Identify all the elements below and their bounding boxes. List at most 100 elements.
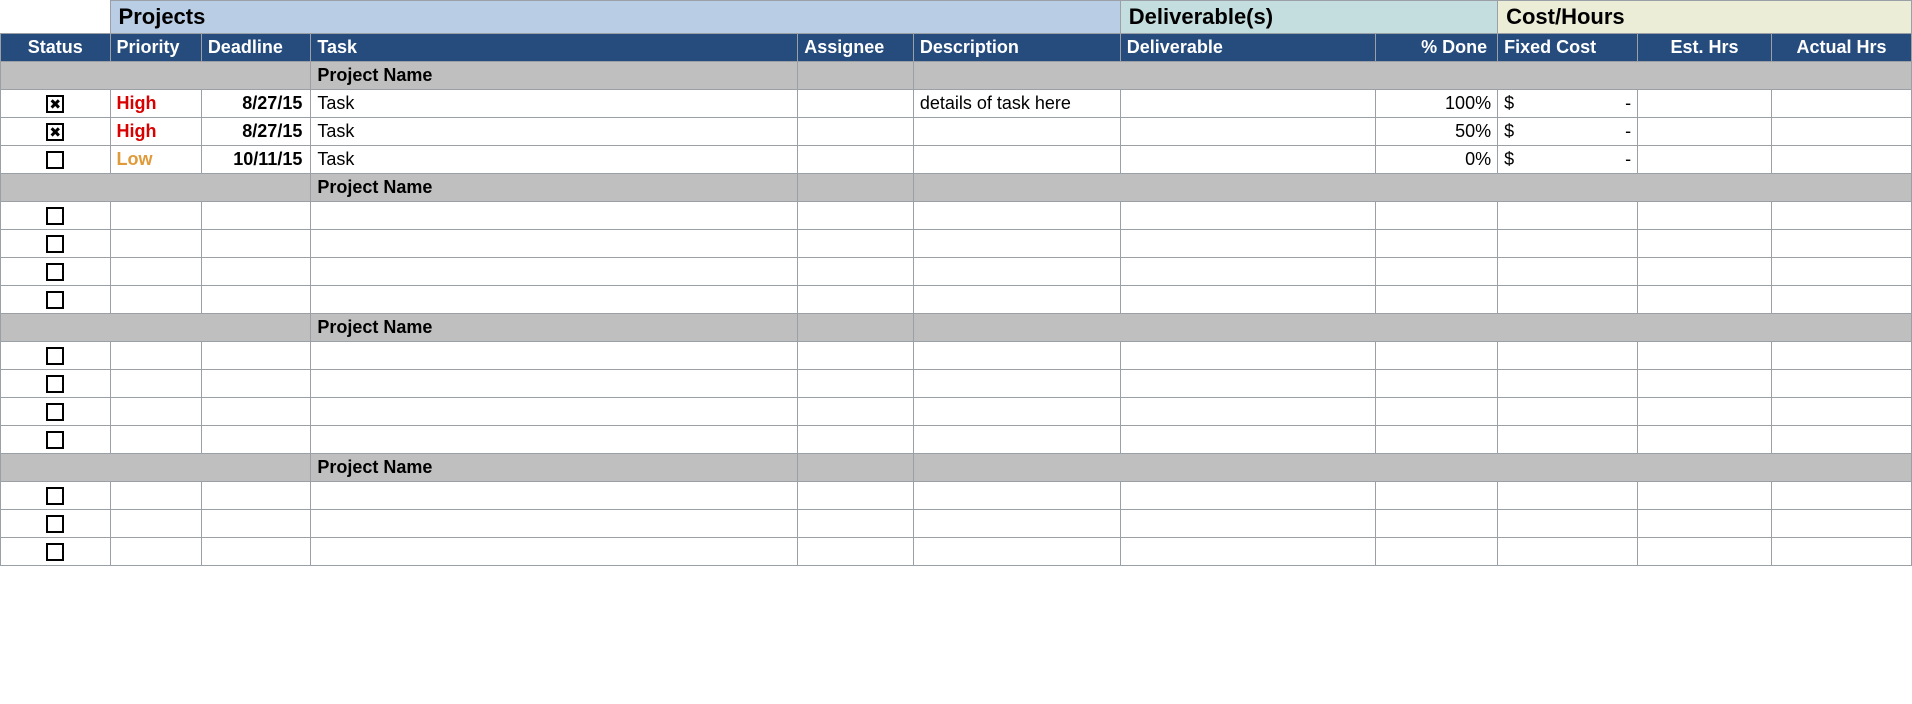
est-hrs-cell[interactable]	[1638, 510, 1772, 538]
deliverable-cell[interactable]	[1120, 510, 1376, 538]
task-cell[interactable]	[311, 370, 798, 398]
assignee-cell[interactable]	[798, 370, 914, 398]
priority-cell[interactable]: Low	[110, 146, 201, 174]
deliverable-cell[interactable]	[1120, 398, 1376, 426]
project-name-cell[interactable]: Project Name	[311, 174, 798, 202]
fixed-cost-cell[interactable]	[1498, 426, 1638, 454]
status-cell[interactable]	[1, 258, 111, 286]
deadline-cell[interactable]	[201, 230, 311, 258]
task-cell[interactable]	[311, 258, 798, 286]
description-cell[interactable]	[913, 342, 1120, 370]
description-cell[interactable]	[913, 258, 1120, 286]
priority-cell[interactable]	[110, 258, 201, 286]
status-checkbox-icon[interactable]	[46, 403, 64, 421]
deliverable-cell[interactable]	[1120, 90, 1376, 118]
status-cell[interactable]	[1, 482, 111, 510]
priority-cell[interactable]	[110, 538, 201, 566]
fixed-cost-cell[interactable]: $-	[1498, 146, 1638, 174]
actual-hrs-cell[interactable]	[1771, 286, 1911, 314]
deadline-cell[interactable]	[201, 538, 311, 566]
description-cell[interactable]	[913, 118, 1120, 146]
task-cell[interactable]: Task	[311, 118, 798, 146]
status-cell[interactable]	[1, 342, 111, 370]
deadline-cell[interactable]	[201, 426, 311, 454]
status-checkbox-icon[interactable]	[46, 291, 64, 309]
task-cell[interactable]: Task	[311, 146, 798, 174]
actual-hrs-cell[interactable]	[1771, 510, 1911, 538]
status-cell[interactable]	[1, 426, 111, 454]
assignee-cell[interactable]	[798, 230, 914, 258]
pct-done-cell[interactable]: 50%	[1376, 118, 1498, 146]
priority-cell[interactable]	[110, 370, 201, 398]
task-cell[interactable]	[311, 202, 798, 230]
est-hrs-cell[interactable]	[1638, 426, 1772, 454]
est-hrs-cell[interactable]	[1638, 90, 1772, 118]
assignee-cell[interactable]	[798, 482, 914, 510]
fixed-cost-cell[interactable]	[1498, 370, 1638, 398]
status-cell[interactable]: ✖	[1, 118, 111, 146]
status-checkbox-icon[interactable]	[46, 263, 64, 281]
assignee-cell[interactable]	[798, 146, 914, 174]
deliverable-cell[interactable]	[1120, 118, 1376, 146]
deadline-cell[interactable]	[201, 370, 311, 398]
col-description[interactable]: Description	[913, 34, 1120, 62]
status-cell[interactable]	[1, 370, 111, 398]
task-cell[interactable]	[311, 482, 798, 510]
status-cell[interactable]	[1, 398, 111, 426]
priority-cell[interactable]	[110, 342, 201, 370]
deadline-cell[interactable]	[201, 510, 311, 538]
est-hrs-cell[interactable]	[1638, 342, 1772, 370]
actual-hrs-cell[interactable]	[1771, 342, 1911, 370]
deadline-cell[interactable]	[201, 342, 311, 370]
est-hrs-cell[interactable]	[1638, 118, 1772, 146]
pct-done-cell[interactable]	[1376, 398, 1498, 426]
status-checkbox-icon[interactable]	[46, 207, 64, 225]
assignee-cell[interactable]	[798, 538, 914, 566]
status-checkbox-icon[interactable]	[46, 347, 64, 365]
actual-hrs-cell[interactable]	[1771, 538, 1911, 566]
status-cell[interactable]	[1, 230, 111, 258]
est-hrs-cell[interactable]	[1638, 482, 1772, 510]
fixed-cost-cell[interactable]	[1498, 258, 1638, 286]
col-actual-hrs[interactable]: Actual Hrs	[1771, 34, 1911, 62]
pct-done-cell[interactable]	[1376, 538, 1498, 566]
deliverable-cell[interactable]	[1120, 426, 1376, 454]
project-tracker-table[interactable]: Projects Deliverable(s) Cost/Hours Statu…	[0, 0, 1912, 566]
task-cell[interactable]	[311, 342, 798, 370]
deadline-cell[interactable]	[201, 398, 311, 426]
status-checkbox-icon[interactable]	[46, 375, 64, 393]
status-cell[interactable]	[1, 510, 111, 538]
deliverable-cell[interactable]	[1120, 482, 1376, 510]
actual-hrs-cell[interactable]	[1771, 482, 1911, 510]
assignee-cell[interactable]	[798, 118, 914, 146]
fixed-cost-cell[interactable]: $-	[1498, 90, 1638, 118]
actual-hrs-cell[interactable]	[1771, 398, 1911, 426]
project-name-cell[interactable]: Project Name	[311, 454, 798, 482]
fixed-cost-cell[interactable]	[1498, 482, 1638, 510]
pct-done-cell[interactable]	[1376, 286, 1498, 314]
actual-hrs-cell[interactable]	[1771, 146, 1911, 174]
actual-hrs-cell[interactable]	[1771, 118, 1911, 146]
assignee-cell[interactable]	[798, 398, 914, 426]
col-deadline[interactable]: Deadline	[201, 34, 311, 62]
pct-done-cell[interactable]	[1376, 510, 1498, 538]
pct-done-cell[interactable]	[1376, 342, 1498, 370]
deliverable-cell[interactable]	[1120, 286, 1376, 314]
actual-hrs-cell[interactable]	[1771, 90, 1911, 118]
project-name-cell[interactable]: Project Name	[311, 62, 798, 90]
task-cell[interactable]	[311, 286, 798, 314]
assignee-cell[interactable]	[798, 258, 914, 286]
description-cell[interactable]	[913, 482, 1120, 510]
task-cell[interactable]	[311, 538, 798, 566]
deadline-cell[interactable]: 8/27/15	[201, 118, 311, 146]
assignee-cell[interactable]	[798, 342, 914, 370]
col-deliverable[interactable]: Deliverable	[1120, 34, 1376, 62]
deliverable-cell[interactable]	[1120, 258, 1376, 286]
description-cell[interactable]	[913, 230, 1120, 258]
col-pct-done[interactable]: % Done	[1376, 34, 1498, 62]
description-cell[interactable]	[913, 202, 1120, 230]
priority-cell[interactable]	[110, 202, 201, 230]
task-cell[interactable]	[311, 398, 798, 426]
pct-done-cell[interactable]: 100%	[1376, 90, 1498, 118]
pct-done-cell[interactable]	[1376, 258, 1498, 286]
